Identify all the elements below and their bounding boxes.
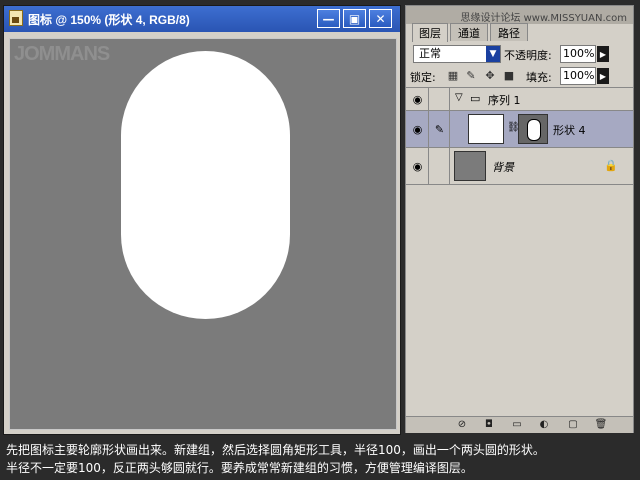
site-watermark: 思缘设计论坛 www.MISSYUAN.com <box>460 13 627 24</box>
lock-label: 锁定: <box>410 71 436 84</box>
blend-row: 正常 ▼ 不透明度: 100% ▶ <box>406 44 633 64</box>
new-group-icon[interactable]: ▭ <box>510 418 524 432</box>
lock-brush-icon[interactable]: ✎ <box>465 70 477 82</box>
tab-layers[interactable]: 图层 <box>412 23 448 42</box>
caption-line-2: 半径不一定要100，反正两头够圆就行。要养成常常新建组的习惯，方便管理编译图层。 <box>6 461 473 475</box>
close-button[interactable]: ✕ <box>369 9 392 28</box>
adjustment-layer-icon[interactable]: ◐ <box>537 418 551 432</box>
chevron-down-icon[interactable]: ▼ <box>486 46 500 62</box>
layers-panel: 思缘设计论坛 www.MISSYUAN.com 图层 通道 路径 正常 ▼ 不透… <box>405 5 634 433</box>
restore-button[interactable]: ▣ <box>343 9 366 28</box>
window-controls: — ▣ ✕ <box>317 9 392 28</box>
canvas[interactable]: JOMMANS <box>9 38 397 430</box>
trash-icon[interactable]: 🗑 <box>594 418 608 432</box>
opacity-label: 不透明度: <box>504 49 552 62</box>
expand-triangle-icon[interactable]: ▽ <box>455 92 463 103</box>
opacity-input[interactable]: 100% <box>560 45 596 63</box>
add-mask-icon[interactable]: ◘ <box>482 418 496 432</box>
fill-slider-arrow-icon[interactable]: ▶ <box>597 68 609 84</box>
tutorial-caption: 先把图标主要轮廓形状画出来。新建组，然后选择圆角矩形工具，半径100，画出一个两… <box>6 441 636 477</box>
eye-icon[interactable]: ◉ <box>407 148 429 184</box>
blend-mode-select[interactable]: 正常 ▼ <box>413 45 501 63</box>
panel-header: 思缘设计论坛 www.MISSYUAN.com <box>406 6 633 24</box>
minimize-button[interactable]: — <box>317 9 340 28</box>
folder-icon: ▭ <box>470 92 481 105</box>
document-titlebar[interactable]: 图标 @ 150% (形状 4, RGB/8) — ▣ ✕ <box>4 6 400 32</box>
document-icon <box>9 10 23 26</box>
layer-thumbnail <box>468 114 504 144</box>
layer-name: 序列 1 <box>488 94 521 107</box>
link-cell[interactable] <box>430 88 450 110</box>
panel-footer: ⊘ ◘ ▭ ◐ ▢ 🗑 <box>406 416 633 433</box>
link-cell[interactable] <box>430 148 450 184</box>
vector-mask-thumbnail <box>518 114 548 144</box>
blend-mode-value: 正常 <box>419 47 441 60</box>
document-window: 图标 @ 150% (形状 4, RGB/8) — ▣ ✕ JOMMANS <box>3 5 401 435</box>
fill-label: 填充: <box>526 71 552 84</box>
eye-icon[interactable]: ◉ <box>407 88 429 110</box>
tab-paths[interactable]: 路径 <box>490 23 528 41</box>
watermark-logo: JOMMANS <box>14 43 110 65</box>
caption-line-1: 先把图标主要轮廓形状画出来。新建组，然后选择圆角矩形工具，半径100，画出一个两… <box>6 443 545 457</box>
layer-background[interactable]: ◉ 背景 🔒 <box>406 148 633 185</box>
lock-icon: 🔒 <box>604 159 618 172</box>
opacity-slider-arrow-icon[interactable]: ▶ <box>597 46 609 62</box>
link-layers-icon[interactable]: ⊘ <box>455 418 469 432</box>
layers-list: ◉ ▽ ▭ 序列 1 ◉ ✎ ⛓ 形状 4 ◉ 背景 🔒 <box>406 87 633 417</box>
tab-channels[interactable]: 通道 <box>450 23 488 41</box>
layer-thumbnail <box>454 151 486 181</box>
rounded-rect-shape[interactable] <box>121 51 290 319</box>
lock-move-icon[interactable]: ✥ <box>484 70 496 82</box>
fill-input[interactable]: 100% <box>560 67 596 85</box>
layer-name: 背景 <box>492 161 514 174</box>
document-title: 图标 @ 150% (形状 4, RGB/8) <box>28 13 190 27</box>
layer-name: 形状 4 <box>553 124 586 137</box>
layer-shape[interactable]: ◉ ✎ ⛓ 形状 4 <box>406 111 633 148</box>
new-layer-icon[interactable]: ▢ <box>566 418 580 432</box>
lock-all-icon[interactable]: ■ <box>503 70 515 82</box>
lock-row: 锁定: ▦ ✎ ✥ ■ 填充: 100% ▶ <box>406 66 633 86</box>
layer-group[interactable]: ◉ ▽ ▭ 序列 1 <box>406 88 633 111</box>
brush-icon[interactable]: ✎ <box>430 111 450 147</box>
lock-transparent-icon[interactable]: ▦ <box>447 70 459 82</box>
eye-icon[interactable]: ◉ <box>407 111 429 147</box>
